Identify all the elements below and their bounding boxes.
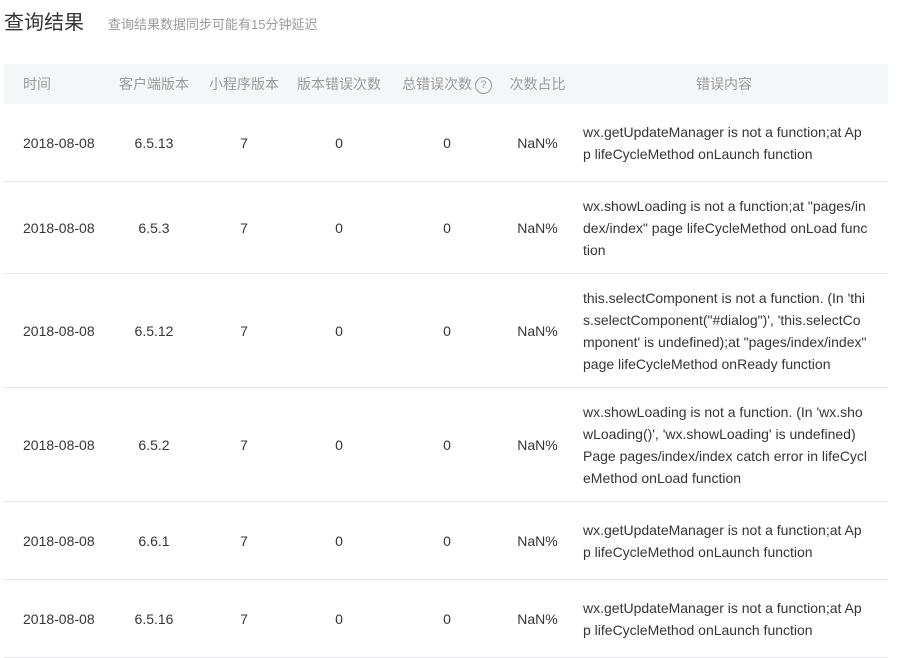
version-errors-cell: 0 [335, 436, 343, 453]
column-header-total-errors-label: 总错误次数 [402, 76, 472, 92]
error-message-cell: wx.showLoading is not a function. (In 'w… [583, 403, 868, 486]
error-message-cell: this.selectComponent is not a function. … [583, 289, 867, 372]
column-header-error-content: 错误内容 [696, 76, 752, 92]
client-version-cell: 6.5.16 [134, 610, 174, 627]
column-header-client-version: 客户端版本 [119, 76, 189, 92]
page-title: 查询结果 [4, 12, 84, 34]
table-header: 时间 客户端版本 小程序版本 版本错误次数 总错误次数? 次数占比 错误内容 [4, 64, 888, 104]
error-message-cell: wx.getUpdateManager is not a function;at… [583, 599, 862, 638]
sync-delay-note: 查询结果数据同步可能有15分钟延迟 [108, 17, 318, 32]
client-version-cell: 6.5.13 [134, 134, 174, 151]
help-icon[interactable]: ? [475, 76, 492, 94]
date-cell: 2018-08-08 [23, 532, 95, 549]
table-row: 2018-08-08 6.5.2 7 0 0 NaN% wx.showLoading is … [4, 388, 888, 502]
ratio-cell: NaN% [517, 532, 558, 549]
ratio-cell: NaN% [517, 436, 558, 453]
table-row: 2018-08-08 6.5.12 7 0 0 NaN% this.selectCompon… [4, 274, 888, 388]
client-version-cell: 6.5.12 [134, 322, 174, 339]
client-version-cell: 6.6.1 [138, 532, 170, 549]
table-row: 2018-08-08 6.5.13 7 0 0 NaN% wx.getUpdateManag… [4, 104, 888, 182]
page-header: 查询结果 查询结果数据同步可能有15分钟延迟 [4, 6, 318, 34]
column-header-time: 时间 [23, 76, 51, 92]
version-errors-cell: 0 [335, 219, 343, 236]
date-cell: 2018-08-08 [23, 436, 95, 453]
miniprogram-version-cell: 7 [240, 532, 248, 549]
total-errors-cell: 0 [443, 610, 451, 627]
version-errors-cell: 0 [335, 532, 343, 549]
ratio-cell: NaN% [517, 610, 558, 627]
client-version-cell: 6.5.2 [138, 436, 170, 453]
total-errors-cell: 0 [443, 532, 451, 549]
version-errors-cell: 0 [335, 322, 343, 339]
error-message-cell: wx.getUpdateManager is not a function;at… [583, 521, 862, 560]
total-errors-cell: 0 [443, 436, 451, 453]
table-row: 2018-08-08 6.5.3 7 0 0 NaN% wx.showLoading is … [4, 182, 888, 274]
ratio-cell: NaN% [517, 219, 558, 236]
miniprogram-version-cell: 7 [240, 610, 248, 627]
ratio-cell: NaN% [517, 322, 558, 339]
table-row: 2018-08-08 6.5.16 7 0 0 NaN% wx.getUpdateManag… [4, 580, 888, 658]
version-errors-cell: 0 [335, 134, 343, 151]
date-cell: 2018-08-08 [23, 322, 95, 339]
date-cell: 2018-08-08 [23, 610, 95, 627]
miniprogram-version-cell: 7 [240, 134, 248, 151]
error-message-cell: wx.showLoading is not a function;at "pag… [583, 197, 868, 258]
table-row: 2018-08-08 6.6.1 7 0 0 NaN% wx.getUpdateManage… [4, 502, 888, 580]
column-header-ratio: 次数占比 [509, 76, 566, 92]
total-errors-cell: 0 [443, 219, 451, 236]
ratio-cell: NaN% [517, 134, 558, 151]
column-header-miniprogram-version: 小程序版本 [209, 76, 279, 92]
date-cell: 2018-08-08 [23, 134, 95, 151]
total-errors-cell: 0 [443, 134, 451, 151]
miniprogram-version-cell: 7 [240, 219, 248, 236]
version-errors-cell: 0 [335, 610, 343, 627]
client-version-cell: 6.5.3 [138, 219, 170, 236]
total-errors-cell: 0 [443, 322, 451, 339]
error-message-cell: wx.getUpdateManager is not a function;at… [583, 123, 862, 162]
date-cell: 2018-08-08 [23, 219, 95, 236]
miniprogram-version-cell: 7 [240, 322, 248, 339]
column-header-total-errors: 总错误次数? [399, 74, 495, 94]
results-table: 时间 客户端版本 小程序版本 版本错误次数 总错误次数? 次数占比 错误内容 2… [4, 64, 888, 658]
miniprogram-version-cell: 7 [240, 436, 248, 453]
column-header-version-errors: 版本错误次数 [297, 76, 381, 92]
table-body: 2018-08-08 6.5.13 7 0 0 NaN% wx.getUpdateManag… [4, 104, 888, 658]
